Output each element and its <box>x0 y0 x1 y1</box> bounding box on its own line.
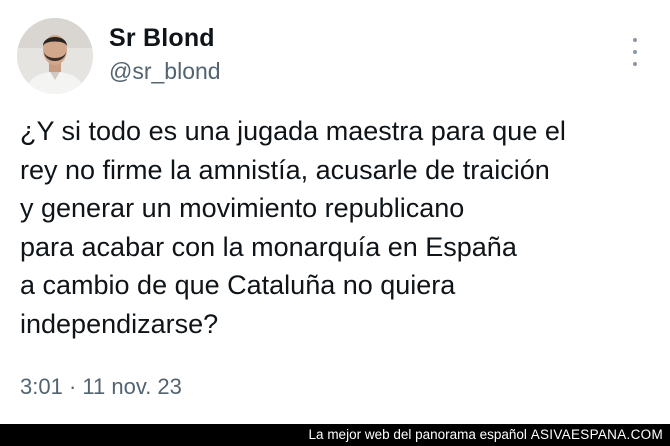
tweet-text-line: a cambio de que Cataluña no quiera <box>20 270 456 300</box>
more-dot <box>633 38 637 42</box>
more-dot <box>633 50 637 54</box>
author-handle[interactable]: @sr_blond <box>109 58 221 85</box>
tweet-text-line: ¿Y si todo es una jugada maestra para qu… <box>20 116 566 146</box>
tweet-text-line: para acabar con la monarquía en España <box>20 231 517 262</box>
tweet-date: 11 nov. 23 <box>82 374 182 399</box>
watermark-site[interactable]: ASIVAESPANA.COM <box>531 427 663 442</box>
author-avatar[interactable] <box>17 18 93 94</box>
timestamp-separator: · <box>68 374 77 399</box>
tweet-text-line: independizarse? <box>20 308 219 339</box>
tweet-time: 3:01 <box>20 374 63 399</box>
more-options-icon[interactable] <box>628 38 642 66</box>
tweet-card: Sr Blond @sr_blond ¿Y si todo es una jug… <box>0 0 670 424</box>
tweet-text-line: y generar un movimiento republicano <box>20 193 465 223</box>
watermark-text: La mejor web del panorama español <box>308 427 527 442</box>
tweet-text-line: rey no firme la amnistía, acusarle de tr… <box>20 154 550 185</box>
watermark-bar: La mejor web del panorama español ASIVAE… <box>0 424 670 446</box>
author-name[interactable]: Sr Blond <box>109 24 215 53</box>
avatar-photo-icon <box>17 18 93 94</box>
tweet-text: ¿Y si todo es una jugada maestra para qu… <box>20 112 660 343</box>
tweet-timestamp[interactable]: 3:01 · 11 nov. 23 <box>20 374 182 400</box>
more-dot <box>633 62 637 66</box>
